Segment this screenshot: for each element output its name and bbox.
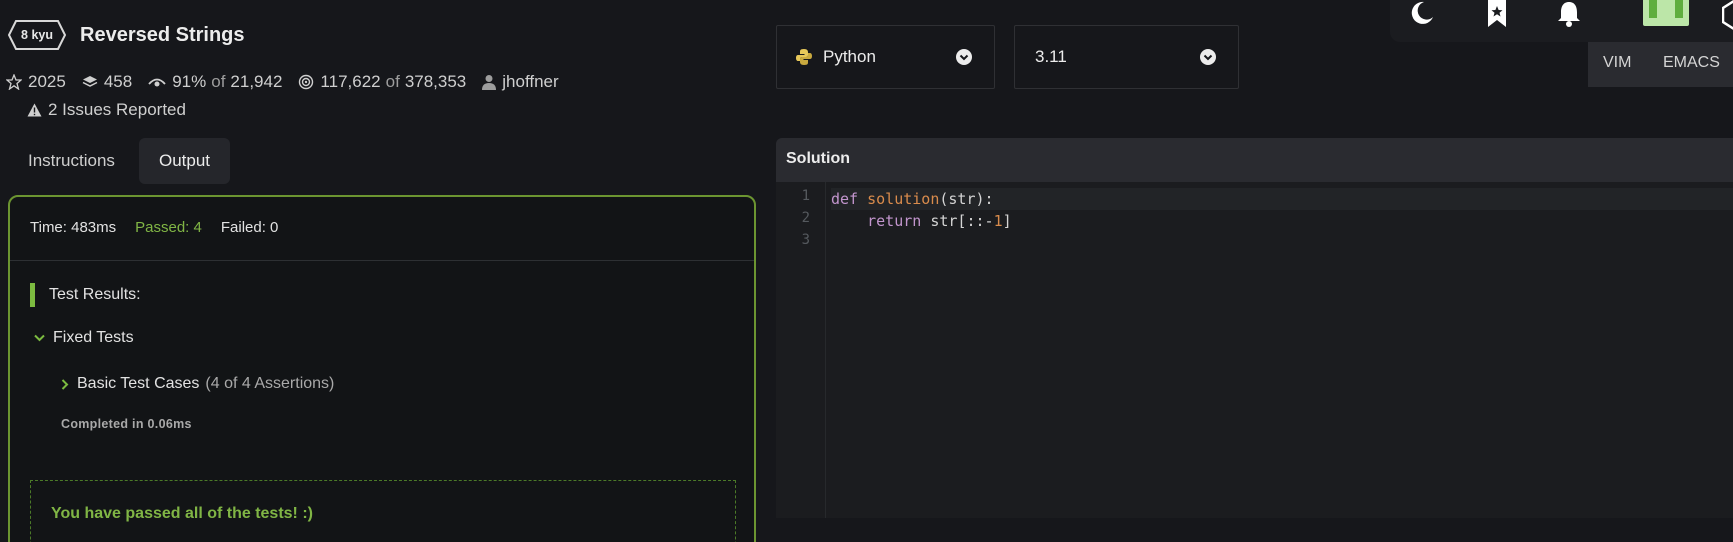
vim-mode-button[interactable]: VIM — [1603, 54, 1631, 72]
bell-icon[interactable] — [1556, 0, 1582, 28]
version-value: 3.11 — [1035, 47, 1067, 66]
line-number: 1 — [801, 188, 810, 204]
chevron-down-icon — [34, 334, 45, 342]
code-line[interactable]: return str[::-1] — [831, 210, 1012, 232]
language-select[interactable]: Python — [776, 25, 995, 89]
collections-count: 458 — [103, 72, 133, 91]
keyword-return: return — [867, 212, 922, 230]
closing-bracket: ] — [1002, 212, 1012, 230]
basic-test-cases-group[interactable]: Basic Test Cases (4 of 4 Assertions) — [61, 375, 334, 393]
target-icon — [299, 74, 314, 90]
chevron-down-icon — [956, 49, 972, 65]
passed-all-text: You have passed all of the tests! :) — [51, 505, 313, 522]
user-icon — [482, 75, 497, 90]
rank-badge: 8 kyu — [8, 20, 66, 50]
code-line[interactable]: def solution(str): — [831, 188, 1733, 210]
code-editor[interactable]: 1 2 3 def solution(str): return str[::-1… — [776, 182, 1733, 518]
chevron-down-icon — [1200, 49, 1216, 65]
language-value: Python — [823, 47, 876, 66]
votes-of: of — [211, 72, 226, 91]
solution-header: Solution — [776, 138, 1733, 182]
assertions-count: (4 of 4 Assertions) — [205, 375, 335, 392]
codewars-kata-page: 8 kyu Reversed Strings 2025 458 91% of 2… — [0, 0, 1733, 542]
satisfaction-value: 91% — [172, 72, 207, 91]
attempts-count: 378,353 — [404, 72, 467, 91]
basic-test-cases-label: Basic Test Cases — [77, 375, 200, 392]
collections-stat: 458 — [82, 72, 132, 92]
line-number-gutter: 1 2 3 — [776, 182, 826, 518]
return-expression: str[::- — [921, 212, 994, 230]
number-literal: 1 — [993, 212, 1003, 230]
run-time: Time: 483ms — [30, 219, 117, 236]
test-results-title: Test Results: — [30, 283, 141, 307]
issues-link[interactable]: 2 Issues Reported — [27, 100, 186, 120]
rank-label: 8 kyu — [21, 28, 53, 42]
warning-icon — [27, 103, 42, 117]
fixed-tests-group[interactable]: Fixed Tests — [34, 329, 134, 347]
hex-icon[interactable] — [1722, 0, 1733, 30]
solution-title: Solution — [786, 150, 850, 167]
passed-count: Passed: 4 — [135, 219, 202, 236]
moon-icon[interactable] — [1410, 0, 1434, 26]
stars-stat[interactable]: 2025 — [6, 72, 66, 92]
top-toolbar — [1390, 0, 1733, 42]
completed-time: Completed in 0.06ms — [61, 417, 192, 431]
kata-stats: 2025 458 91% of 21,942 117,622 of 378,35… — [6, 72, 575, 92]
tab-output[interactable]: Output — [139, 138, 231, 184]
function-name: solution — [867, 190, 940, 208]
tab-instructions[interactable]: Instructions — [8, 138, 135, 184]
user-avatar[interactable] — [1643, 0, 1689, 26]
chevron-right-icon — [61, 378, 69, 390]
author-name: jhoffner — [502, 72, 559, 91]
stars-count: 2025 — [28, 72, 66, 91]
keyword-def: def — [831, 190, 859, 208]
passed-all-message: You have passed all of the tests! :) — [30, 480, 736, 542]
failed-count: Failed: 0 — [220, 219, 279, 236]
eye-icon — [148, 78, 166, 87]
line-number: 3 — [801, 232, 810, 248]
test-summary: Time: 483ms Passed: 4 Failed: 0 — [30, 219, 297, 236]
issues-label: 2 Issues Reported — [48, 100, 186, 119]
emacs-mode-button[interactable]: EMACS — [1663, 54, 1720, 72]
author-stat[interactable]: jhoffner — [482, 72, 559, 92]
star-icon — [6, 74, 22, 90]
python-icon — [796, 49, 812, 65]
editor-mode-switcher: VIM EMACS — [1588, 42, 1733, 87]
bookmark-icon[interactable] — [1486, 0, 1508, 28]
attempts-of: of — [385, 72, 400, 91]
completions-stat: 117,622 of 378,353 — [298, 72, 466, 92]
kata-title[interactable]: Reversed Strings — [80, 24, 245, 47]
layers-icon — [82, 76, 98, 87]
line-number: 2 — [801, 210, 810, 226]
votes-count: 21,942 — [230, 72, 283, 91]
output-panel: Time: 483ms Passed: 4 Failed: 0 Test Res… — [8, 195, 756, 542]
version-select[interactable]: 3.11 — [1014, 25, 1239, 89]
function-params: (str): — [939, 190, 994, 208]
satisfaction-stat: 91% of 21,942 — [148, 72, 282, 92]
summary-divider — [10, 260, 754, 261]
completed-count: 117,622 — [320, 72, 381, 91]
fixed-tests-label: Fixed Tests — [53, 329, 134, 346]
